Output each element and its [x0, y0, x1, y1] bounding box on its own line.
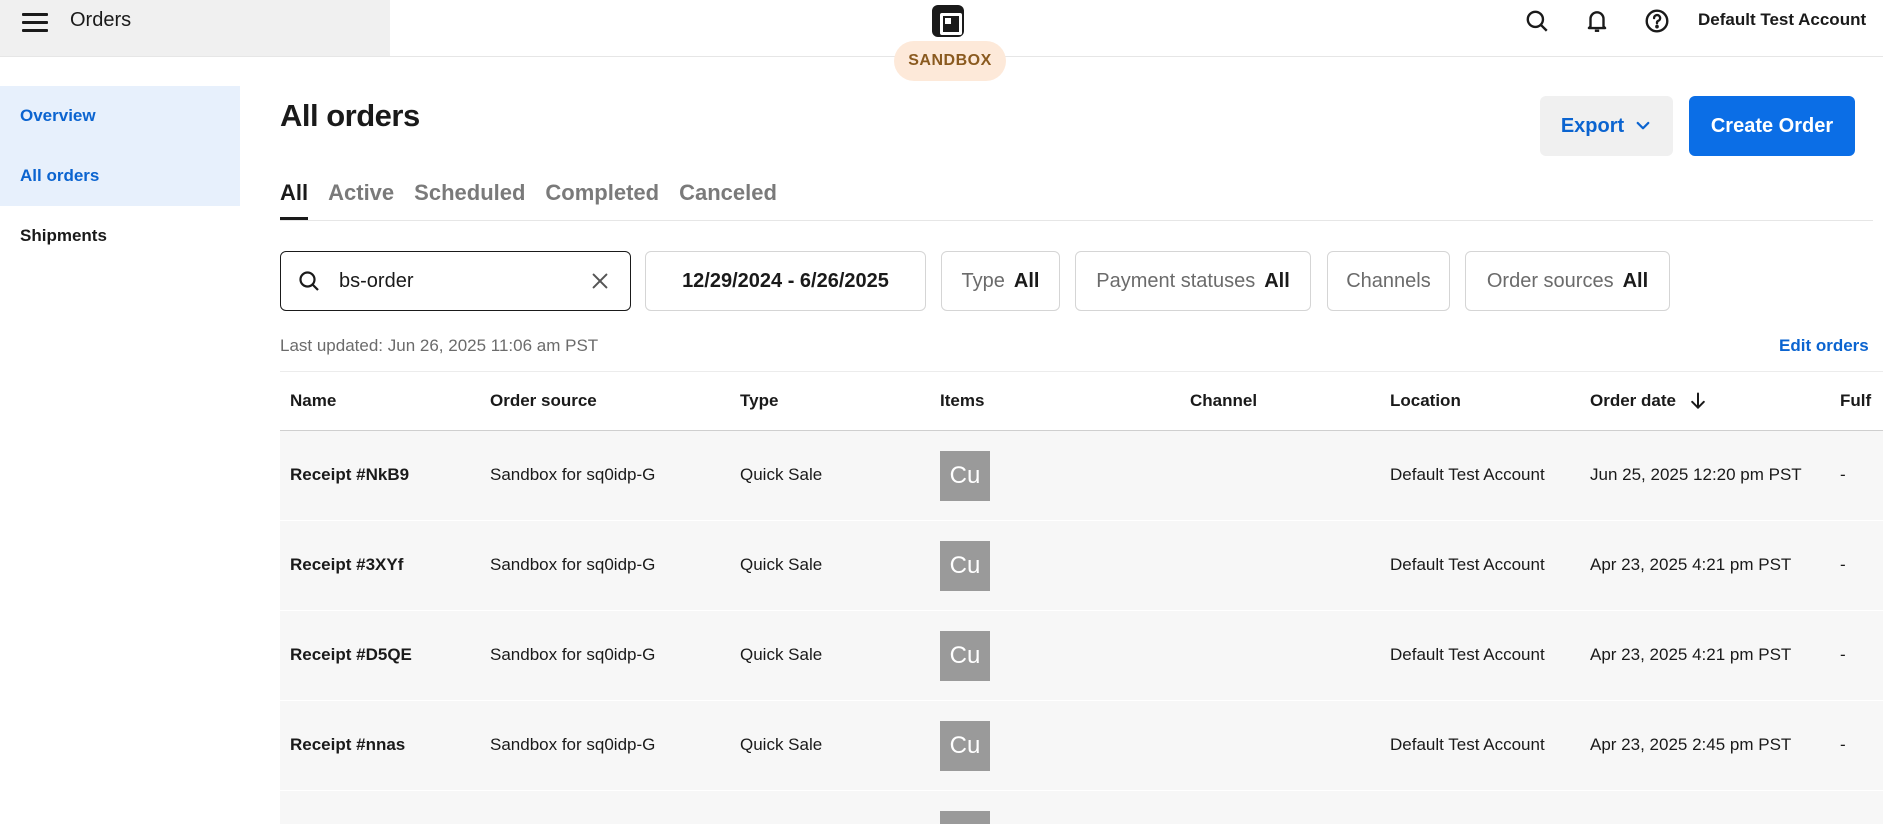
search-icon[interactable] [1524, 8, 1550, 34]
tab-scheduled[interactable]: Scheduled [414, 174, 525, 220]
order-type: Quick Sale [740, 645, 823, 664]
order-location: Default Test Account [1390, 735, 1545, 754]
table-row[interactable]: Receipt #D5QE Sandbox for sq0idp-G Quick… [280, 611, 1883, 701]
order-type: Quick Sale [740, 465, 823, 484]
tab-canceled[interactable]: Canceled [679, 174, 777, 220]
table-header: Name Order source Type Items Channel Loc… [280, 371, 1883, 431]
item-thumbnail: Cu [940, 541, 990, 591]
bell-icon[interactable] [1584, 8, 1610, 34]
help-icon[interactable] [1644, 8, 1670, 34]
payment-status-filter[interactable]: Payment statuses All [1075, 251, 1311, 311]
order-fulfillment: - [1840, 555, 1846, 574]
order-fulfillment: - [1840, 645, 1846, 664]
order-source: Sandbox for sq0idp-G [490, 465, 656, 484]
chevron-down-icon [1636, 121, 1650, 130]
item-thumbnail: Cu [940, 721, 990, 771]
last-updated-text: Last updated: Jun 26, 2025 11:06 am PST [280, 336, 599, 355]
export-button-label: Export [1560, 114, 1625, 137]
column-header-channel[interactable]: Channel [1190, 391, 1257, 411]
order-fulfillment: - [1840, 735, 1846, 754]
tab-active[interactable]: Active [328, 174, 394, 220]
column-header-order-source[interactable]: Order source [490, 391, 597, 411]
channels-filter-label: Channels [1346, 269, 1431, 292]
sidebar-item-all-orders[interactable]: All orders [0, 146, 240, 206]
search-field [280, 251, 631, 311]
column-header-type[interactable]: Type [740, 391, 778, 411]
order-fulfillment: - [1840, 465, 1846, 484]
order-date: Apr 23, 2025 4:21 pm PST [1590, 645, 1792, 664]
order-source: Sandbox for sq0idp-G [490, 735, 656, 754]
order-date: Apr 23, 2025 2:45 pm PST [1590, 735, 1792, 754]
orders-table: Name Order source Type Items Channel Loc… [280, 371, 1883, 824]
account-menu[interactable]: Default Test Account [1698, 10, 1866, 30]
item-thumbnail: Cu [940, 631, 990, 681]
tab-completed[interactable]: Completed [545, 174, 659, 220]
item-thumbnail [940, 811, 990, 824]
hamburger-menu-icon[interactable] [22, 11, 48, 33]
create-order-button[interactable]: Create Order [1689, 96, 1855, 156]
order-name[interactable]: Receipt #NkB9 [290, 465, 409, 485]
order-name[interactable]: Receipt #3XYf [290, 555, 403, 575]
sources-filter-label: Order sources [1486, 269, 1614, 292]
edit-orders-link[interactable]: Edit orders [1779, 336, 1869, 356]
order-source: Sandbox for sq0idp-G [490, 555, 656, 574]
order-location: Default Test Account [1390, 555, 1545, 574]
column-header-order-date[interactable]: Order date [1590, 391, 1708, 411]
order-name[interactable]: Receipt #D5QE [290, 645, 412, 665]
sidebar-item-shipments[interactable]: Shipments [0, 206, 240, 266]
column-header-fulfillment[interactable]: Fulf [1840, 391, 1871, 411]
order-type: Quick Sale [740, 555, 823, 574]
arrow-down-icon [1691, 392, 1705, 409]
column-header-location[interactable]: Location [1390, 391, 1461, 411]
channels-filter[interactable]: Channels [1327, 251, 1450, 311]
table-row-partial[interactable] [280, 791, 1883, 824]
payment-filter-label: Payment statuses [1096, 269, 1256, 292]
order-location: Default Test Account [1390, 465, 1545, 484]
search-input[interactable] [339, 266, 579, 296]
date-range-value: 12/29/2024 - 6/26/2025 [682, 269, 889, 292]
type-filter[interactable]: Type All [941, 251, 1060, 311]
type-filter-value: All [1013, 269, 1040, 292]
order-date: Apr 23, 2025 4:21 pm PST [1590, 555, 1792, 574]
sidebar: Overview All orders Shipments [0, 86, 240, 266]
order-type: Quick Sale [740, 735, 823, 754]
table-row[interactable]: Receipt #nnas Sandbox for sq0idp-G Quick… [280, 701, 1883, 791]
order-date: Jun 25, 2025 12:20 pm PST [1590, 465, 1802, 484]
order-sources-filter[interactable]: Order sources All [1465, 251, 1670, 311]
table-row[interactable]: Receipt #3XYf Sandbox for sq0idp-G Quick… [280, 521, 1883, 611]
tab-all[interactable]: All [280, 174, 309, 220]
page-title: All orders [280, 98, 420, 133]
app-header: Orders [0, 0, 390, 56]
sidebar-item-overview[interactable]: Overview [0, 86, 240, 146]
square-logo-icon[interactable] [932, 5, 964, 37]
tabs-divider [280, 220, 1873, 221]
status-tabs: All Active Scheduled Completed Canceled [280, 174, 777, 220]
payment-filter-value: All [1264, 269, 1290, 292]
column-header-name[interactable]: Name [290, 391, 336, 411]
app-title: Orders [70, 9, 132, 31]
sources-filter-value: All [1622, 269, 1649, 292]
search-icon [299, 271, 319, 291]
export-button[interactable]: Export [1540, 96, 1673, 156]
order-location: Default Test Account [1390, 645, 1545, 664]
order-source: Sandbox for sq0idp-G [490, 645, 656, 664]
table-row[interactable]: Receipt #NkB9 Sandbox for sq0idp-G Quick… [280, 431, 1883, 521]
type-filter-label: Type [961, 269, 1005, 292]
column-header-items[interactable]: Items [940, 391, 984, 411]
order-date-header-label: Order date [1590, 391, 1676, 410]
sandbox-badge: SANDBOX [894, 41, 1006, 81]
item-thumbnail: Cu [940, 451, 990, 501]
close-icon[interactable] [589, 270, 611, 292]
date-range-filter[interactable]: 12/29/2024 - 6/26/2025 [645, 251, 926, 311]
order-name[interactable]: Receipt #nnas [290, 735, 405, 755]
